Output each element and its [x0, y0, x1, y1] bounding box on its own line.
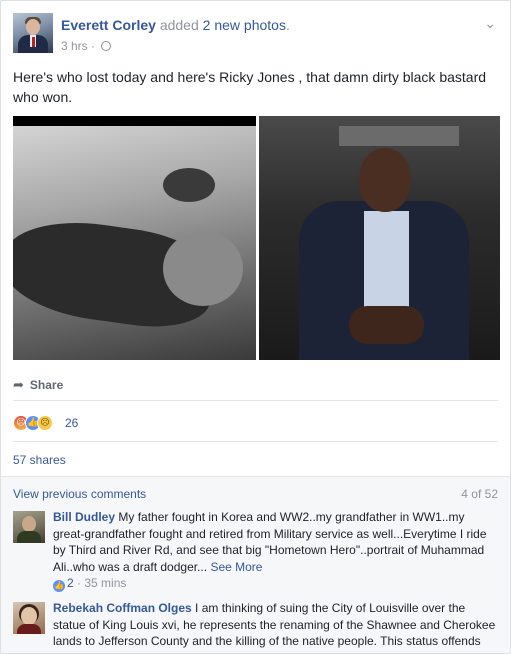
see-more-link[interactable]: See More	[210, 560, 262, 574]
post-timestamp[interactable]: 3 hrs	[61, 39, 88, 53]
reaction-count[interactable]: 26	[65, 416, 78, 430]
author-name-link[interactable]: Everett Corley	[61, 17, 156, 33]
comment-text: Rebekah Coffman Olges I am thinking of s…	[53, 601, 496, 653]
post-action-bar: ➦ Share	[13, 371, 498, 401]
comment-author-link[interactable]: Rebekah Coffman Olges	[53, 601, 192, 615]
view-previous-comments-link[interactable]: View previous comments	[13, 487, 146, 501]
post-header: Everett Corley added 2 new photos. 3 hrs…	[13, 13, 498, 57]
chevron-down-icon[interactable]: ⌄	[484, 15, 496, 32]
shares-link[interactable]: 57 shares	[13, 453, 66, 467]
post-meta: 3 hrs ·	[61, 39, 112, 53]
author-avatar[interactable]	[13, 13, 53, 53]
post-title-line: Everett Corley added 2 new photos.	[61, 17, 290, 33]
photo-grid	[13, 116, 500, 360]
globe-icon	[101, 41, 112, 51]
new-photos-link[interactable]: 2 new photos	[203, 17, 286, 33]
commenter-avatar[interactable]	[13, 511, 45, 543]
comment-item: Bill Dudley My father fought in Korea an…	[13, 509, 498, 595]
divider	[13, 441, 498, 442]
share-button[interactable]: ➦ Share	[13, 377, 63, 393]
photo-1[interactable]	[13, 116, 256, 360]
post-card: Everett Corley added 2 new photos. 3 hrs…	[0, 0, 511, 654]
comment-author-link[interactable]: Bill Dudley	[53, 510, 115, 524]
comments-section: View previous comments 4 of 52 Bill Dudl…	[1, 476, 510, 653]
sad-reaction-icon: ☹	[37, 415, 53, 431]
comment-timestamp[interactable]: 35 mins	[84, 576, 126, 590]
photo-2[interactable]	[259, 116, 500, 360]
comments-position: 4 of 52	[461, 487, 498, 501]
commenter-avatar[interactable]	[13, 602, 45, 634]
like-icon: 👍	[53, 580, 65, 592]
share-arrow-icon: ➦	[13, 377, 24, 392]
comment-item: Rebekah Coffman Olges I am thinking of s…	[13, 600, 498, 653]
post-text: Here's who lost today and here's Ricky J…	[13, 69, 487, 105]
comment-meta: 👍 2 · 35 mins	[53, 576, 127, 592]
comment-like-count[interactable]: 2	[67, 576, 74, 590]
comment-text: Bill Dudley My father fought in Korea an…	[53, 510, 487, 574]
post-action-text: added 2 new photos.	[159, 17, 290, 33]
